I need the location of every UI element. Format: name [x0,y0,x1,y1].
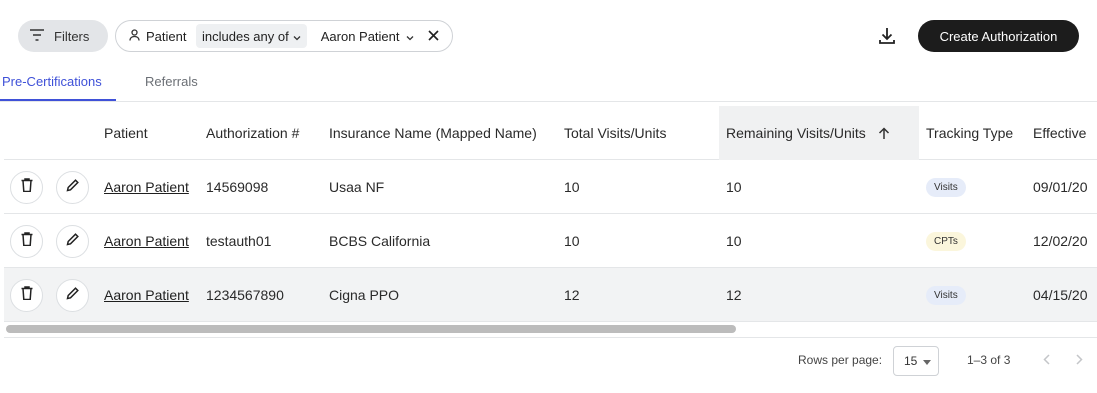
effective-date: 09/01/20 [1033,179,1088,195]
rows-per-page-select[interactable]: 15 [893,346,939,376]
chevron-left-icon [1042,352,1050,370]
pencil-icon [65,232,80,251]
caret-down-icon [923,354,932,368]
value-label: Aaron Patient [320,28,400,44]
toolbar: Filters Patient includes any of Aaron Pa… [0,0,1097,72]
chevron-down-icon [406,29,414,44]
effective-date: 04/15/20 [1033,287,1088,303]
remaining-visits-label: Remaining Visits/Units [726,125,866,141]
edit-button[interactable] [56,171,89,204]
filters-label: Filters [54,28,90,44]
trash-icon [21,232,33,251]
tracking-type-badge: Visits [926,177,966,197]
remove-filter-button[interactable] [427,29,439,44]
edit-button[interactable] [56,279,89,312]
rows-per-page-value: 15 [904,354,918,368]
previous-page-button[interactable] [1037,352,1055,370]
tracking-type-badge: CPTs [926,231,966,251]
patient-link[interactable]: Aaron Patient [104,233,189,249]
column-header-remaining-visits[interactable]: Remaining Visits/Units [719,106,919,160]
tab-bar: Pre-Certifications Referrals [0,70,1097,102]
table-row: Aaron Patient 14569098 Usaa NF 10 10 Vis… [4,160,1097,214]
chip-field: Patient [116,29,196,44]
authorization-number: 14569098 [206,179,269,195]
value-select[interactable]: Aaron Patient [321,29,414,44]
chevron-down-icon [293,29,301,44]
authorizations-table: Patient Authorization # Insurance Name (… [4,106,1097,338]
delete-button[interactable] [10,171,43,204]
insurance-name: Cigna PPO [329,287,400,303]
pencil-icon [65,286,80,305]
close-icon [427,29,439,44]
delete-button[interactable] [10,225,43,258]
operator-label: includes any of [202,28,289,44]
patient-filter-chip[interactable]: Patient includes any of Aaron Patient [115,20,453,52]
total-visits: 10 [564,179,580,195]
create-authorization-button[interactable]: Create Authorization [918,20,1079,52]
download-icon [876,28,898,51]
tracking-type-badge: Visits [926,285,966,305]
insurance-name: Usaa NF [329,179,385,195]
column-header-total-visits[interactable]: Total Visits/Units [564,106,666,160]
filter-icon [30,28,44,44]
operator-select[interactable]: includes any of [196,24,307,48]
table-header: Patient Authorization # Insurance Name (… [4,106,1097,160]
tab-pre-certifications[interactable]: Pre-Certifications [2,74,102,89]
horizontal-scrollbar[interactable] [6,325,736,333]
table-row: Aaron Patient testauth01 BCBS California… [4,214,1097,268]
insurance-name: BCBS California [329,233,431,249]
pagination-range: 1–3 of 3 [967,353,1011,367]
sort-ascending-icon [878,126,890,140]
chevron-right-icon [1075,352,1083,370]
total-visits: 12 [564,287,580,303]
remaining-visits: 10 [726,233,742,249]
authorization-number: testauth01 [206,233,272,249]
active-tab-indicator [0,99,116,101]
remaining-visits: 10 [726,179,742,195]
table-row: Aaron Patient 1234567890 Cigna PPO 12 12… [4,268,1097,322]
filters-button[interactable]: Filters [18,20,108,52]
tab-referrals[interactable]: Referrals [145,74,198,89]
column-header-patient[interactable]: Patient [104,106,148,160]
patient-link[interactable]: Aaron Patient [104,179,189,195]
column-header-tracking-type[interactable]: Tracking Type [926,106,1013,160]
total-visits: 10 [564,233,580,249]
trash-icon [21,178,33,197]
person-icon [129,28,140,44]
edit-button[interactable] [56,225,89,258]
delete-button[interactable] [10,279,43,312]
chip-field-label: Patient [146,28,187,44]
remaining-visits: 12 [726,287,742,303]
effective-date: 12/02/20 [1033,233,1088,249]
column-header-authorization[interactable]: Authorization # [206,106,299,160]
rows-per-page-label: Rows per page: [798,353,883,367]
next-page-button[interactable] [1070,352,1088,370]
download-button[interactable] [876,25,898,47]
patient-link[interactable]: Aaron Patient [104,287,189,303]
column-header-effective[interactable]: Effective [1033,106,1086,160]
pencil-icon [65,178,80,197]
authorization-number: 1234567890 [206,287,284,303]
column-header-insurance[interactable]: Insurance Name (Mapped Name) [329,106,537,160]
trash-icon [21,286,33,305]
